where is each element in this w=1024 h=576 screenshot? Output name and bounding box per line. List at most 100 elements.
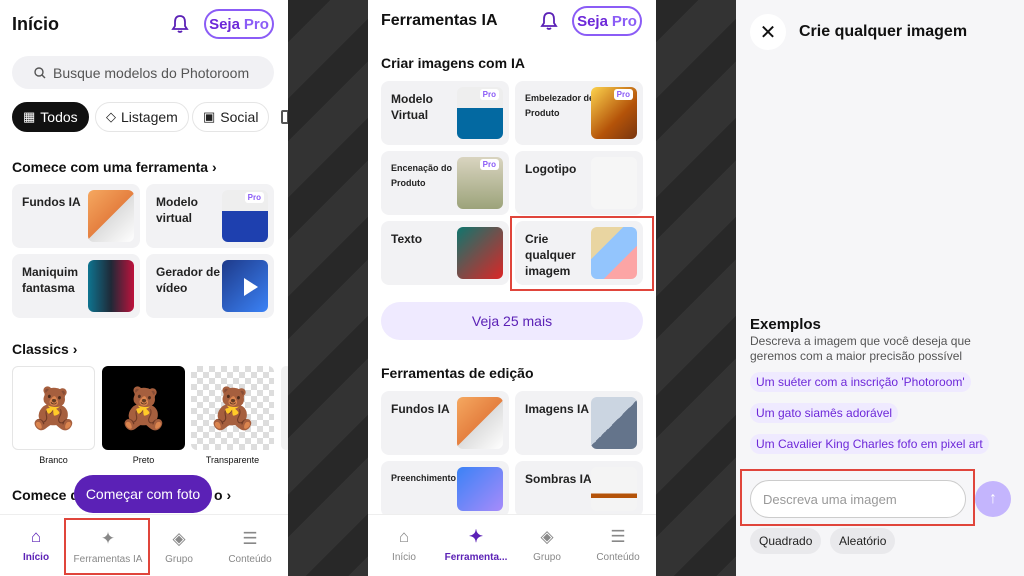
tool-card-modelo-virtual[interactable]: Modelo virtual Pro: [146, 184, 274, 248]
format-random-chip[interactable]: Aleatório: [830, 528, 896, 554]
nav-inicio[interactable]: ⌂ Início: [10, 527, 62, 563]
sparkle-icon: ✦: [468, 527, 484, 546]
highlight-box: [510, 216, 654, 291]
tool-thumbnail: [591, 467, 637, 511]
section-title-edit: Ferramentas de edição: [381, 365, 534, 381]
bell-icon[interactable]: [171, 14, 189, 34]
nav-conteudo[interactable]: ☰ Conteúdo: [222, 529, 278, 565]
layers-icon: ◈: [540, 527, 554, 546]
section-title-tools[interactable]: Comece com uma ferramenta ›: [12, 159, 217, 175]
classic-label: Preto: [132, 455, 155, 465]
highlight-box: [740, 469, 975, 526]
grid-icon: ▦: [23, 109, 36, 124]
chip-label: Listagem: [121, 109, 178, 125]
classic-transparent[interactable]: 🧸: [191, 366, 274, 450]
teddy-bear-icon: 🧸: [207, 386, 258, 431]
tool-card-texto[interactable]: Texto: [381, 221, 509, 285]
close-icon: ✕: [759, 21, 777, 44]
send-button[interactable]: ↑: [975, 481, 1011, 517]
edit-card-fundos-ia[interactable]: Fundos IA: [381, 391, 509, 455]
nav-ferramentas-ia[interactable]: ✦ Ferramenta...: [438, 527, 514, 563]
bell-icon[interactable]: [540, 11, 558, 31]
chip-social[interactable]: ▣ Social: [192, 102, 270, 132]
tool-card-maniquim[interactable]: Maniquim fantasma: [12, 254, 140, 318]
format-square-chip[interactable]: Quadrado: [750, 528, 822, 554]
tool-label: Modelo virtual: [156, 195, 198, 225]
start-with-photo-button[interactable]: Começar com foto: [74, 475, 212, 513]
tool-card-fundos-ia[interactable]: Fundos IA: [12, 184, 140, 248]
search-icon: [34, 66, 46, 78]
more-chip-icon[interactable]: [281, 110, 288, 124]
upgrade-label: Seja: [209, 15, 240, 33]
see-more-button[interactable]: Veja 25 mais: [381, 302, 643, 340]
edit-card-imagens-ia[interactable]: Imagens IA: [515, 391, 643, 455]
section-label: Classics: [12, 341, 69, 357]
nav-label: Grupo: [165, 554, 193, 565]
tool-card-logotipo[interactable]: Logotipo: [515, 151, 643, 215]
section-title-classics[interactable]: Classics ›: [12, 341, 77, 357]
text-thumbnail: [457, 227, 503, 279]
examples-title: Exemplos: [750, 316, 821, 333]
example-chip[interactable]: Um Cavalier King Charles fofo em pixel a…: [750, 434, 989, 454]
chat-icon: ▣: [203, 109, 216, 124]
nav-grupo[interactable]: ◈ Grupo: [152, 529, 206, 565]
classic-more[interactable]: [281, 366, 288, 450]
tool-card-modelo-virtual[interactable]: Modelo Virtual Pro: [381, 81, 509, 145]
edit-card-preenchimento[interactable]: Preenchimento IA: [381, 461, 509, 517]
classic-black[interactable]: 🧸: [102, 366, 185, 450]
example-chip[interactable]: Um suéter com a inscrição 'Photoroom': [750, 372, 971, 392]
bottom-nav: ⌂ Início ✦ Ferramenta... ◈ Grupo ☰ Conteúdo: [368, 514, 656, 576]
teddy-bear-icon: 🧸: [118, 386, 169, 431]
home-screen: Início Seja Pro Busque modelos do Photoro…: [0, 0, 288, 576]
chip-todos[interactable]: ▦ Todos: [12, 102, 89, 132]
tool-label: Fundos IA: [391, 402, 450, 416]
nav-inicio[interactable]: ⌂ Início: [378, 527, 430, 563]
play-icon: [244, 278, 258, 296]
create-any-image-screen: ✕ Crie qualquer imagem Exemplos Descreva…: [736, 0, 1024, 576]
ai-tools-screen: Ferramentas IA Seja Pro Criar imagens com…: [368, 0, 656, 576]
tool-thumbnail: [457, 397, 503, 449]
pro-label: Pro: [243, 15, 269, 33]
nav-conteudo[interactable]: ☰ Conteúdo: [590, 527, 646, 563]
close-button[interactable]: ✕: [750, 14, 786, 50]
tool-card-embelezador[interactable]: Embelezador de Produto Pro: [515, 81, 643, 145]
nav-grupo[interactable]: ◈ Grupo: [520, 527, 574, 563]
tool-label: Maniquim fantasma: [22, 265, 78, 295]
pro-badge: Pro: [613, 89, 633, 100]
tool-card-encenacao[interactable]: Encenação do Produto Pro: [381, 151, 509, 215]
examples-description: Descreva a imagem que você deseja que ge…: [750, 334, 971, 363]
page-title: Crie qualquer imagem: [799, 23, 968, 40]
tool-thumbnail: [457, 467, 503, 511]
nav-label: Início: [392, 552, 416, 563]
tool-label: Fundos IA: [22, 195, 81, 209]
section-label: o: [214, 487, 223, 503]
upgrade-pro-button[interactable]: Seja Pro: [204, 9, 274, 39]
tool-label: Sombras IA: [525, 472, 592, 486]
nav-label: Conteúdo: [596, 552, 640, 563]
classic-white[interactable]: 🧸: [12, 366, 95, 450]
search-placeholder: Busque modelos do Photoroom: [53, 64, 250, 81]
tool-label: Imagens IA: [525, 402, 590, 416]
section-title-create: Criar imagens com IA: [381, 55, 525, 71]
tool-label: Gerador de vídeo: [156, 265, 221, 295]
background-gap-right: [656, 0, 736, 576]
edit-card-sombras[interactable]: Sombras IA: [515, 461, 643, 517]
layers-icon: ◈: [172, 529, 186, 548]
nav-label: Ferramenta...: [444, 552, 508, 563]
section-title-start-end: o ›: [214, 487, 232, 503]
tool-label: Modelo Virtual: [391, 92, 433, 122]
upgrade-label: Seja: [577, 12, 608, 30]
stack-icon: ☰: [242, 529, 258, 548]
section-label: Comece com uma ferramenta: [12, 159, 209, 175]
page-title: Ferramentas IA: [381, 12, 498, 29]
tool-label: Texto: [391, 232, 423, 246]
nav-label: Grupo: [533, 552, 561, 563]
example-chip[interactable]: Um gato siamês adorável: [750, 403, 899, 423]
tool-card-gerador-video[interactable]: Gerador de vídeo: [146, 254, 274, 318]
chip-listagem[interactable]: ◇ Listagem: [95, 102, 189, 132]
upgrade-pro-button[interactable]: Seja Pro: [572, 6, 642, 36]
nav-label: Início: [22, 552, 50, 563]
pro-badge: Pro: [244, 192, 264, 203]
search-input[interactable]: Busque modelos do Photoroom: [12, 56, 274, 89]
stack-icon: ☰: [610, 527, 626, 546]
